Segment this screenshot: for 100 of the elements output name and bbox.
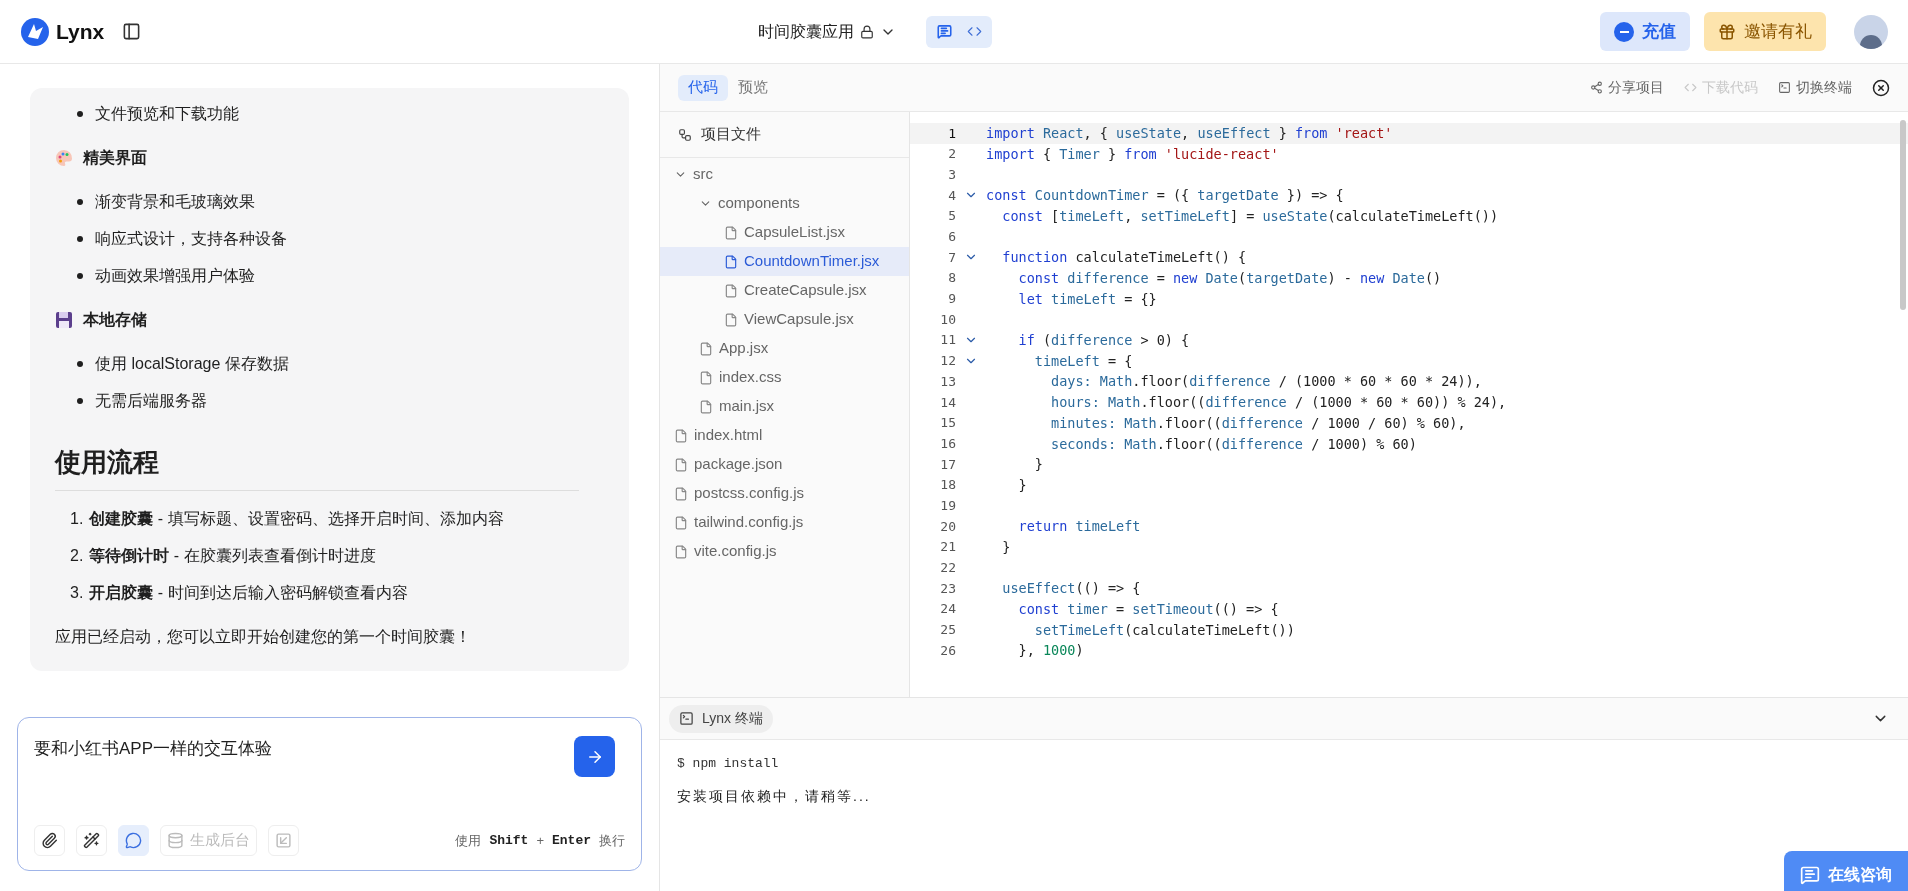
file-icon [699,399,713,414]
invite-button[interactable]: 邀请有礼 [1704,12,1826,51]
file-icon [724,312,738,327]
file-item[interactable]: tailwind.config.js [660,508,909,537]
file-item[interactable]: CapsuleList.jsx [660,218,909,247]
tool-icon [167,832,184,849]
line-number: 15 [939,414,956,433]
line-number: 26 [939,641,956,660]
bullet-icon [77,398,83,404]
folder-item[interactable]: components [660,189,909,218]
bullet-icon [77,111,83,117]
line-number: 1 [947,124,956,143]
list-item-text: 文件预览和下载功能 [95,104,239,124]
file-item[interactable]: ViewCapsule.jsx [660,305,909,334]
line-number: 18 [939,476,956,495]
file-icon [724,283,738,298]
file-item[interactable]: CreateCapsule.jsx [660,276,909,305]
line-number: 7 [947,248,956,267]
code-line: if (difference > 0) { [1017,331,1190,351]
message-input[interactable]: 要和小红书APP一样的交互体验 [34,736,574,796]
code-line: function calculateTimeLeft() { [1001,248,1247,268]
file-item[interactable]: vite.config.js [660,537,909,566]
file-item[interactable]: postcss.config.js [660,479,909,508]
palette-icon [55,149,73,167]
terminal-icon [679,711,694,726]
project-title[interactable]: 时间胶囊应用 [758,19,855,44]
hint-text: 使用 [455,831,482,850]
file-icon [699,341,713,356]
line-number: 20 [939,517,956,536]
online-support-button[interactable]: 在线咨询 [1784,851,1908,891]
chat-mode-button[interactable] [118,825,149,856]
send-button[interactable] [574,736,615,777]
line-number: 19 [939,496,956,515]
message-paragraph: 应用已经启动，您可以立即开始创建您的第一个时间胶囊！ [55,627,472,647]
code-line: } [1001,537,1011,557]
bullet-icon [77,236,83,242]
terminal-output: 安装项目依赖中，请稍等... [677,786,872,806]
list-item-text: 动画效果增强用户体验 [95,266,255,286]
close-icon[interactable] [1872,78,1890,97]
file-icon [674,428,688,443]
code-line: return timeLeft [1017,517,1141,537]
file-item[interactable]: index.css [660,363,909,392]
line-number: 9 [947,290,956,309]
list-item-text: 渐变背景和毛玻璃效果 [95,192,255,212]
file-item[interactable]: index.html [660,421,909,450]
attach-button[interactable] [34,825,65,856]
line-number: 11 [939,331,956,350]
code-line: const [timeLeft, setTimeLeft] = useState(calculateTimeLeft()) [1001,206,1499,226]
code-icon [966,24,982,39]
list-item-text: 开启胶囊 - 时间到达后输入密码解锁查看内容 [89,583,408,603]
line-number: 23 [939,579,956,598]
file-icon [699,370,713,385]
list-number: 3. [70,583,84,603]
terminal-icon [1778,81,1791,94]
file-item[interactable]: App.jsx [660,334,909,363]
recharge-button[interactable]: 充值 [1600,12,1690,51]
logo-icon [20,16,50,47]
line-number: 10 [939,310,956,329]
code-line: import React, { useState, useEffect } from 'react' [986,124,1393,144]
terminal-command: $ npm install [677,755,780,773]
code-line: const difference = new Date(targetDate) - new Date() [1017,269,1442,289]
line-number: 16 [939,434,956,453]
section-subheading: 精美界面 [83,148,147,168]
magic-wand-button[interactable] [76,825,107,856]
gift-icon [1718,22,1736,41]
list-item-text: 创建胶囊 - 填写标题、设置密码、选择开启时间、添加内容 [89,509,504,529]
line-number: 14 [939,393,956,412]
code-line: import { Timer } from 'lucide-react' [986,144,1279,164]
editor-tab[interactable]: 预览 [728,74,778,101]
file-item[interactable]: package.json [660,450,909,479]
file-item[interactable]: main.jsx [660,392,909,421]
file-icon [724,225,738,240]
code-line: hours: Math.floor((difference / (1000 * 60 * 60)) % 24), [1050,393,1507,413]
tool-icon [125,832,142,849]
scrollbar-thumb[interactable] [1900,120,1906,310]
file-item[interactable]: CountdownTimer.jsx [660,247,909,276]
code-line: } [1033,455,1043,475]
file-icon [674,457,688,472]
folder-item[interactable]: src [660,160,909,189]
chat-icon [936,24,952,39]
lock-icon [860,24,875,39]
hint-text: 换行 [599,831,625,850]
share-icon [1590,81,1603,94]
editor-tab[interactable]: 代码 [678,74,728,101]
list-number: 1. [70,509,84,529]
list-item-text: 等待倒计时 - 在胶囊列表查看倒计时进度 [89,546,376,566]
sidebar-toggle-icon[interactable] [122,22,142,41]
line-number: 4 [947,186,956,205]
project-tree-icon [678,127,692,142]
list-number: 2. [70,546,84,566]
share-button[interactable]: 分享项目 [1590,77,1664,98]
line-number: 8 [947,269,956,288]
bullet-icon [77,361,83,367]
code-line: let timeLeft = {} [1017,289,1157,309]
terminal-tab[interactable]: Lynx 终端 [669,704,773,733]
terminal-toggle-button[interactable]: 切换终端 [1778,77,1852,98]
code-line: timeLeft = { [1033,351,1133,371]
file-icon [674,544,688,559]
line-number: 6 [947,228,956,247]
avatar[interactable] [1854,14,1888,49]
